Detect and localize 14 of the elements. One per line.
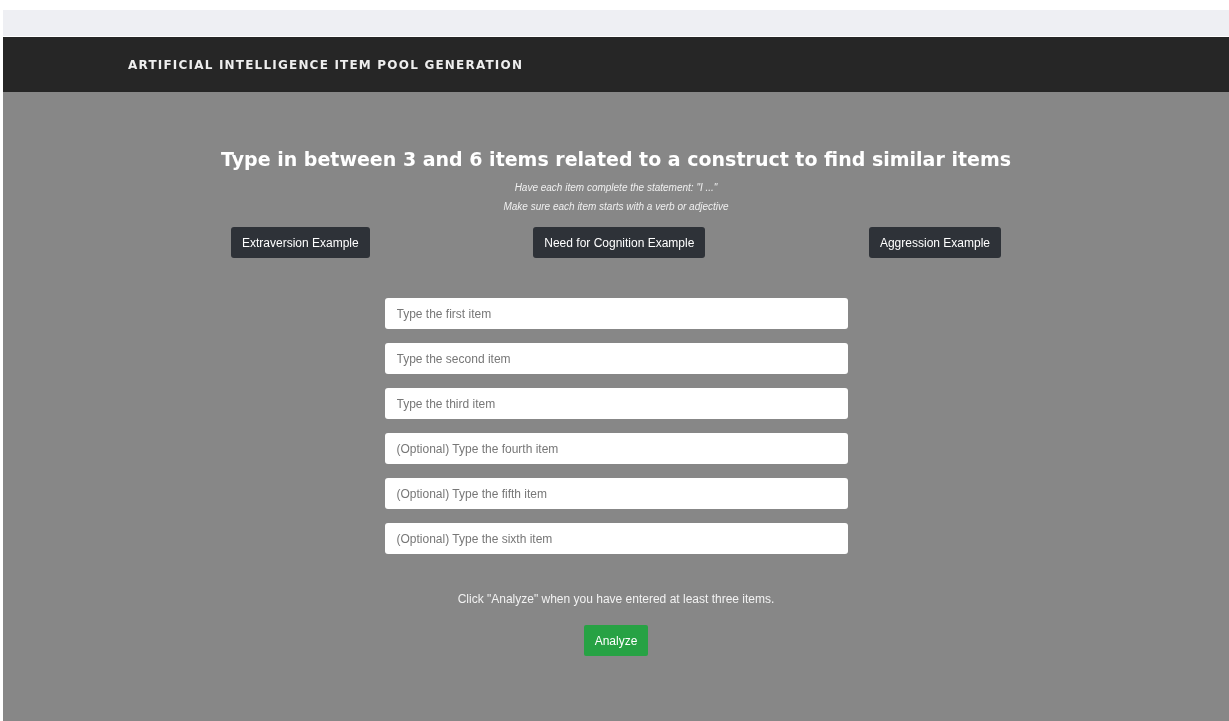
item-input-field[interactable]: (Optional) Type the sixth item bbox=[384, 523, 848, 554]
item-input-field[interactable]: Type the second item bbox=[384, 343, 848, 374]
example-button[interactable]: Aggression Example bbox=[868, 227, 1001, 258]
item-input-field[interactable]: (Optional) Type the fifth item bbox=[384, 478, 848, 509]
item-input-field[interactable]: Type the third item bbox=[384, 388, 848, 419]
example-button[interactable]: Need for Cognition Example bbox=[533, 227, 706, 258]
instruction-text: Make sure each item starts with a verb or adjective bbox=[503, 200, 729, 214]
page-heading: Type in between 3 and 6 items related to a construct to find similar items bbox=[221, 148, 1011, 170]
item-input-field[interactable]: (Optional) Type the fourth item bbox=[384, 433, 848, 464]
instruction-text: Have each item complete the statement: "I ..." bbox=[513, 181, 719, 195]
brand-title: ARTIFICIAL INTELLIGENCE ITEM POOL GENERATION bbox=[128, 57, 524, 72]
example-button[interactable]: Extraversion Example bbox=[231, 227, 370, 258]
hint-text: Click "Analyze" when you have entered at least three items. bbox=[457, 592, 775, 606]
item-input-field[interactable]: Type the first item bbox=[384, 298, 848, 329]
